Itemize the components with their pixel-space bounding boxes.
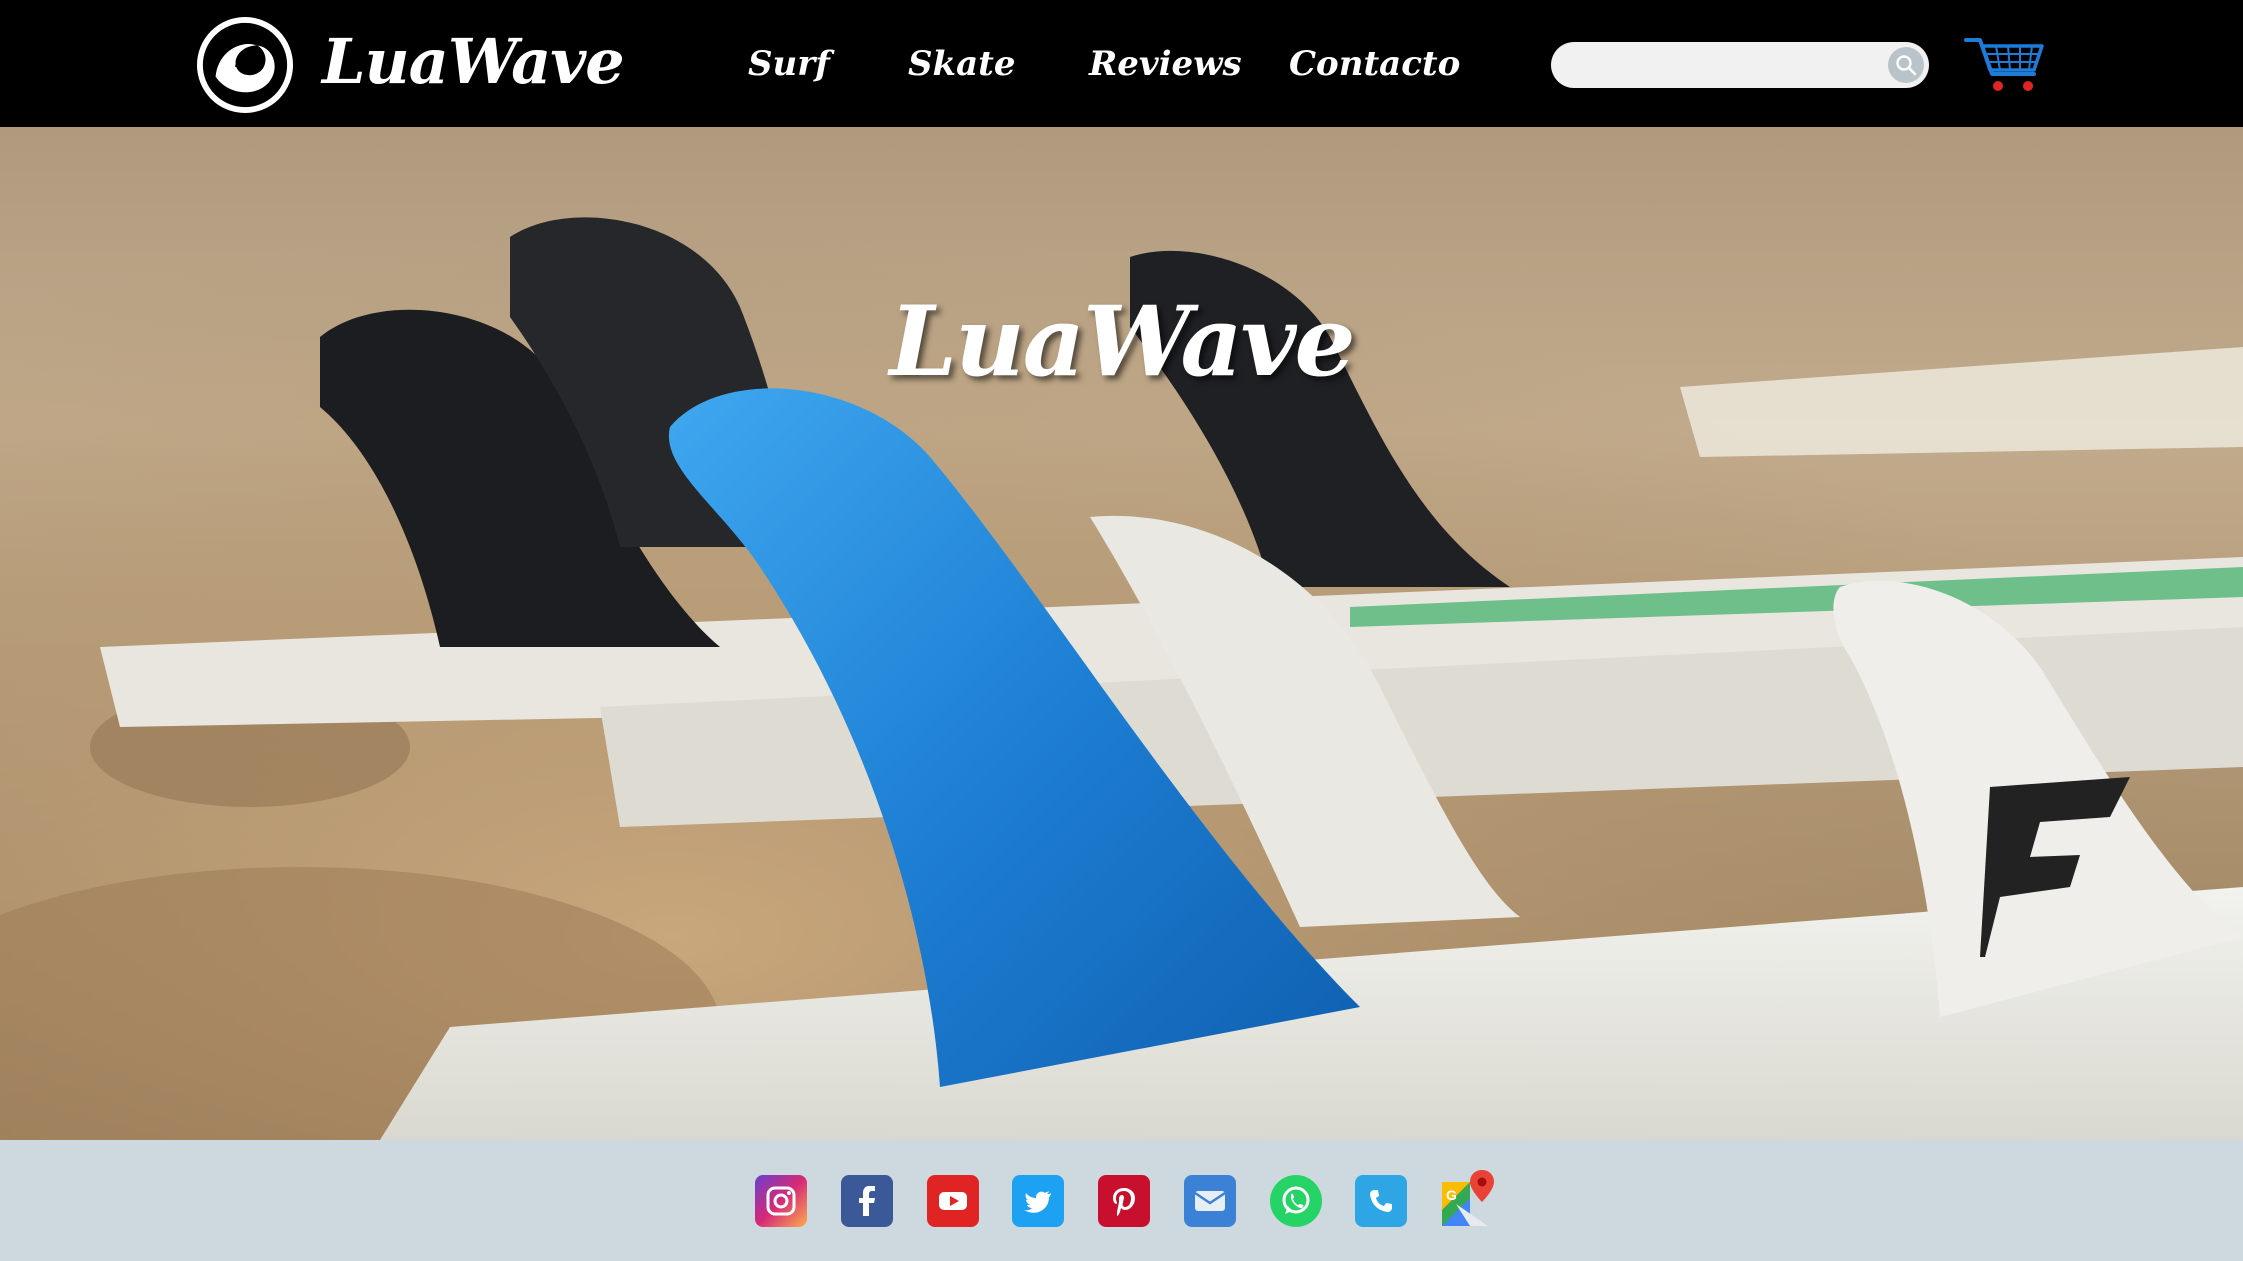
logo-text[interactable]: LuaWave xyxy=(322,22,625,102)
hero-slideshow[interactable]: LuaWave xyxy=(0,127,2243,1140)
hero-title: LuaWave xyxy=(889,285,1355,398)
whatsapp-icon[interactable] xyxy=(1270,1175,1322,1227)
twitter-icon[interactable] xyxy=(1012,1175,1064,1227)
youtube-icon[interactable] xyxy=(927,1175,979,1227)
search-input[interactable] xyxy=(1571,48,1875,84)
instagram-icon[interactable] xyxy=(755,1175,807,1227)
search-icon[interactable] xyxy=(1888,47,1924,83)
nav-skate[interactable]: Skate xyxy=(908,36,1015,92)
google-maps-icon[interactable]: G xyxy=(1440,1168,1496,1228)
facebook-icon[interactable] xyxy=(841,1175,893,1227)
nav-surf[interactable]: Surf xyxy=(748,36,830,92)
search-box xyxy=(1551,42,1929,88)
shopping-cart-icon[interactable] xyxy=(1962,34,2046,96)
nav-reviews[interactable]: Reviews xyxy=(1089,36,1242,92)
wave-logo-icon[interactable] xyxy=(196,16,294,114)
nav-contacto[interactable]: Contacto xyxy=(1289,36,1460,92)
phone-icon[interactable] xyxy=(1355,1175,1407,1227)
email-icon[interactable] xyxy=(1184,1175,1236,1227)
hero-image xyxy=(0,127,2243,1140)
svg-text:G: G xyxy=(1446,1187,1457,1203)
pinterest-icon[interactable] xyxy=(1098,1175,1150,1227)
site-header: LuaWave Surf Skate Reviews Contacto xyxy=(0,0,2243,127)
